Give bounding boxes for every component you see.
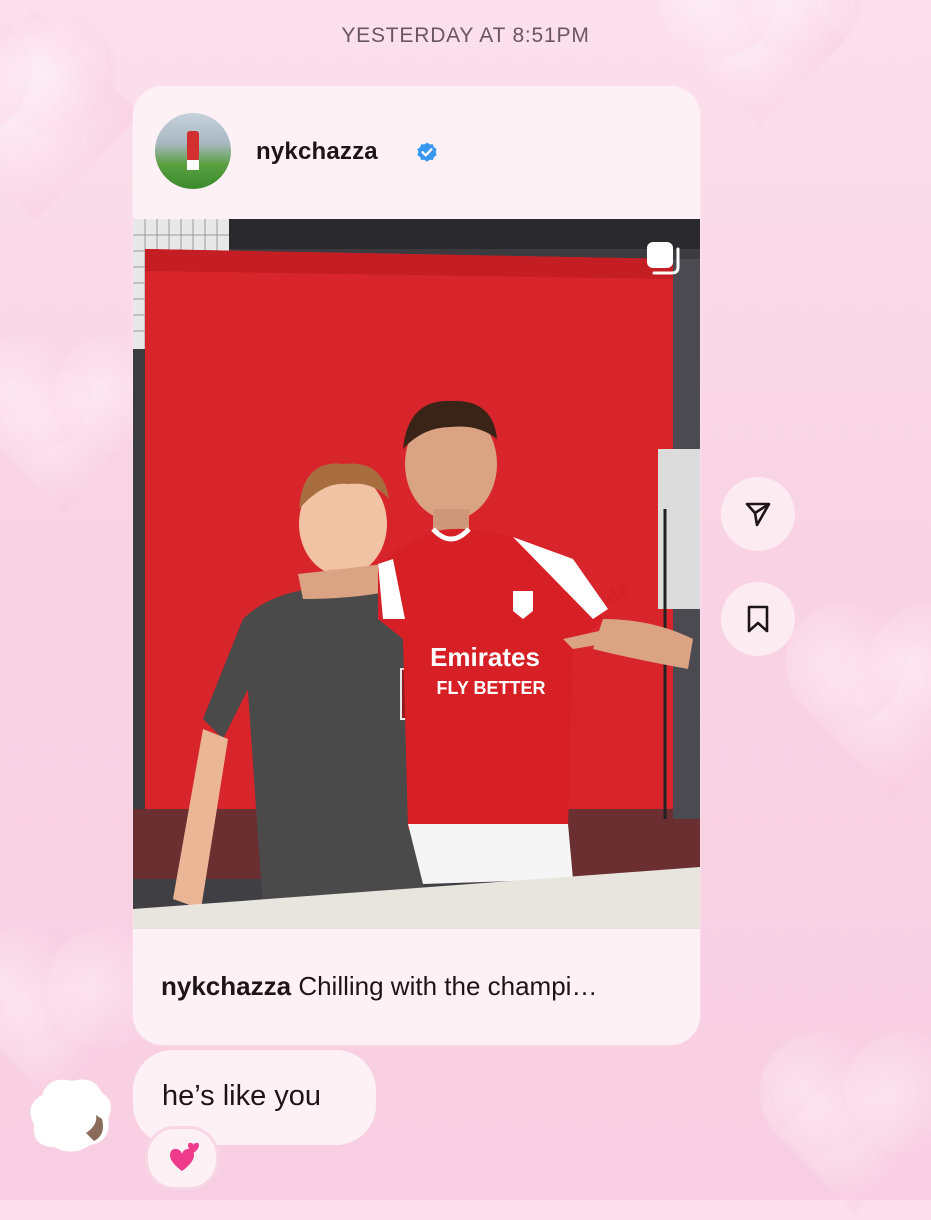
share-button[interactable] [721, 477, 795, 551]
background-heart-decoration [803, 613, 931, 797]
photo-illustration: Emirates FLY BETTER de [133, 219, 700, 929]
sender-avatar[interactable] [24, 1075, 112, 1153]
background-heart-decoration [0, 357, 143, 513]
background-heart-decoration [675, 0, 845, 125]
verified-badge-icon [417, 142, 437, 162]
message-reaction[interactable] [145, 1126, 219, 1190]
post-photo[interactable]: Emirates FLY BETTER de [133, 219, 700, 929]
message-timestamp: YESTERDAY AT 8:51PM [341, 24, 590, 47]
post-author-username[interactable]: nykchazza [256, 138, 378, 166]
jersey-sponsor-line1: Emirates [430, 642, 540, 672]
two-hearts-reaction-icon [170, 1142, 199, 1171]
caption-text: Chilling with the champi… [298, 971, 598, 1001]
carousel-multiple-photos-icon [647, 242, 680, 275]
paper-plane-icon [745, 502, 771, 527]
jersey-sponsor-line2: FLY BETTER [436, 678, 545, 698]
post-author-avatar[interactable] [155, 113, 231, 189]
bookmark-icon [747, 605, 769, 633]
caption-username[interactable]: nykchazza [161, 971, 291, 1001]
avatar-figure-shorts [187, 160, 199, 170]
avatar-figure [187, 131, 199, 161]
post-header[interactable]: nykchazza [133, 86, 700, 219]
save-button[interactable] [721, 582, 795, 656]
post-caption[interactable]: nykchazza Chilling with the champi… [161, 971, 681, 1002]
shared-post-card[interactable]: nykchazza Emirates FLY BETTER de nykchaz… [133, 86, 700, 1045]
message-text: he’s like you [162, 1080, 322, 1112]
background-heart-decoration [777, 1057, 931, 1213]
